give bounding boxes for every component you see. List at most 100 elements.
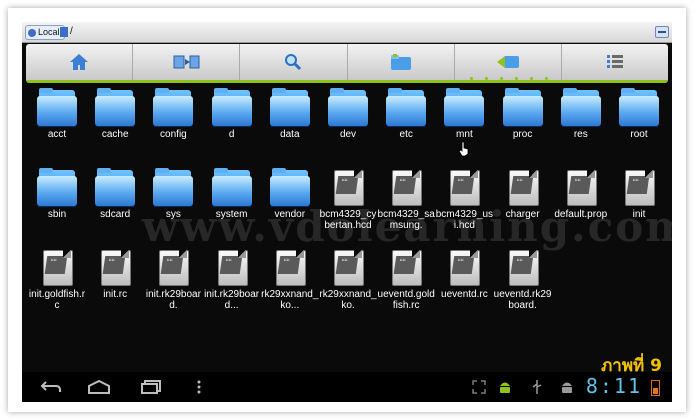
- document-icon: [619, 168, 659, 206]
- file-item[interactable]: init.rk29board...: [203, 248, 261, 311]
- document-icon: [444, 168, 484, 206]
- folder-item[interactable]: system: [203, 168, 261, 220]
- folder-item[interactable]: acct: [28, 88, 86, 140]
- item-label: init.rc: [103, 289, 128, 300]
- file-item[interactable]: charger: [494, 168, 552, 220]
- home-button[interactable]: [26, 44, 134, 80]
- home-icon: [70, 54, 89, 70]
- document-icon: [561, 168, 601, 206]
- back-button[interactable]: [455, 44, 562, 80]
- item-label: charger: [505, 209, 540, 220]
- folder-item[interactable]: sdcard: [86, 168, 144, 220]
- nav-menu-button[interactable]: [194, 372, 204, 402]
- usb-icon: [528, 372, 546, 402]
- copy-files-button[interactable]: [133, 44, 241, 80]
- document-icon: [328, 168, 368, 206]
- folder-item[interactable]: sbin: [28, 168, 86, 220]
- folder-icon: [269, 168, 310, 206]
- title-bar: Local /: [22, 22, 672, 43]
- item-label: sys: [165, 209, 181, 220]
- item-label: root: [630, 129, 648, 140]
- folder-item[interactable]: res: [552, 88, 610, 140]
- nav-back-icon: [40, 381, 61, 392]
- file-item[interactable]: rk29xxnand_ko.: [319, 248, 377, 311]
- item-label: data: [280, 129, 300, 140]
- file-item[interactable]: init: [610, 168, 668, 220]
- nav-recent-apps-button[interactable]: [138, 372, 164, 402]
- item-label: init.rk29board...: [204, 289, 260, 311]
- item-label: config: [160, 129, 187, 140]
- item-label: ueventd.rc: [441, 289, 488, 300]
- item-label: ueventd.rk29board.: [493, 289, 552, 311]
- document-icon: [37, 248, 77, 286]
- item-label: bcm4329_cybertan.hcd: [319, 209, 377, 231]
- item-label: res: [573, 129, 588, 140]
- nav-back-button[interactable]: [38, 372, 64, 402]
- file-item[interactable]: init.goldfish.rc: [28, 248, 86, 311]
- document-icon: [95, 248, 135, 286]
- file-item[interactable]: bcm4329_cybertan.hcd: [319, 168, 377, 231]
- folder-icon: [153, 88, 194, 126]
- document-icon: [153, 248, 193, 286]
- path-icon: [60, 27, 68, 37]
- folder-icon: [153, 168, 194, 206]
- overflow-menu-icon: [197, 380, 201, 394]
- minimize-button[interactable]: [655, 26, 669, 38]
- file-item[interactable]: init.rc: [86, 248, 144, 300]
- document-icon: [328, 248, 368, 286]
- folder-item[interactable]: d: [203, 88, 261, 140]
- folder-item[interactable]: root: [610, 88, 668, 140]
- item-label: bcm4329_samsung.: [377, 209, 435, 231]
- battery-icon: [651, 380, 660, 396]
- item-label: init.goldfish.rc: [28, 289, 86, 311]
- location-chip[interactable]: Local: [25, 25, 65, 40]
- folder-icon: [37, 88, 77, 126]
- folder-item[interactable]: mnt: [435, 88, 493, 140]
- folder-icon: [444, 88, 485, 126]
- folder-item[interactable]: data: [261, 88, 319, 140]
- file-item[interactable]: ueventd.rc: [435, 248, 493, 300]
- local-storage-icon: [28, 28, 36, 37]
- search-button[interactable]: [240, 44, 348, 80]
- folder-item[interactable]: sys: [144, 168, 202, 220]
- search-icon: [285, 54, 302, 71]
- folder-item[interactable]: proc: [494, 88, 552, 140]
- file-item[interactable]: bcm4329_samsung.: [377, 168, 435, 231]
- system-navigation-bar: 8:11: [22, 372, 672, 402]
- path-label: /: [70, 26, 73, 37]
- android-debug-icon: [496, 372, 514, 402]
- item-label: sdcard: [100, 209, 131, 220]
- nav-recent-apps-icon: [141, 380, 161, 394]
- folder-icon: [95, 88, 136, 126]
- path-breadcrumb[interactable]: /: [60, 25, 73, 39]
- copy-files-icon: [173, 55, 200, 69]
- file-item[interactable]: ueventd.goldfish.rc: [377, 248, 435, 311]
- folder-item[interactable]: cache: [86, 88, 144, 140]
- item-label: rk29xxnand_ko...: [261, 289, 319, 311]
- new-folder-icon: [390, 54, 411, 70]
- item-label: vendor: [274, 209, 306, 220]
- document-icon: [503, 248, 543, 286]
- nav-home-icon: [88, 380, 110, 394]
- new-folder-button[interactable]: [348, 44, 455, 80]
- folder-item[interactable]: config: [144, 88, 202, 140]
- item-label: bcm4329_usi.hcd: [435, 209, 494, 231]
- document-icon: [212, 248, 252, 286]
- folder-item[interactable]: vendor: [261, 168, 319, 220]
- item-label: acct: [47, 129, 67, 140]
- item-label: mnt: [456, 129, 473, 140]
- document-icon: [270, 248, 310, 286]
- list-view-button[interactable]: [562, 44, 668, 80]
- file-item[interactable]: init.rk29board.: [144, 248, 202, 311]
- file-item[interactable]: default.prop: [552, 168, 610, 220]
- file-item[interactable]: rk29xxnand_ko...: [261, 248, 319, 311]
- folder-icon: [37, 168, 77, 206]
- folder-item[interactable]: etc: [377, 88, 435, 140]
- folder-icon: [619, 88, 659, 126]
- file-item[interactable]: ueventd.rk29board.: [494, 248, 552, 311]
- document-icon: [503, 168, 543, 206]
- folder-item[interactable]: dev: [319, 88, 377, 140]
- nav-home-button[interactable]: [86, 372, 112, 402]
- file-item[interactable]: bcm4329_usi.hcd: [435, 168, 493, 231]
- folder-icon: [211, 88, 252, 126]
